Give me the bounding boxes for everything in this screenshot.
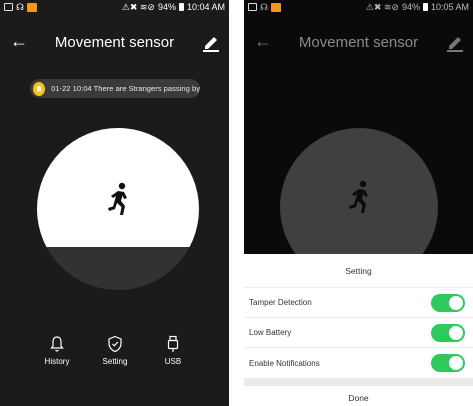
- running-person-icon: [349, 180, 368, 213]
- hotspot-icon: ☊: [16, 1, 24, 12]
- page-title: Movement sensor: [54, 33, 175, 51]
- setting-row-notifications: Enable Notifications: [244, 348, 473, 378]
- back-arrow-icon[interactable]: ←: [254, 32, 272, 50]
- app-bar: ← Movement sensor: [0, 28, 229, 56]
- signal-icons: ⚠✖ ≋⊘: [365, 1, 399, 12]
- battery-icon: [178, 3, 184, 11]
- tamper-detection-toggle[interactable]: [431, 294, 465, 312]
- status-bar: ☊ ⚠✖ ≋⊘ 94% 10:04 AM: [0, 0, 229, 14]
- done-button[interactable]: Done: [244, 386, 473, 406]
- nav-setting[interactable]: Setting: [90, 335, 140, 366]
- setting-label: Tamper Detection: [249, 298, 312, 307]
- sensor-status-circle: [37, 128, 199, 290]
- battery-percent: 94%: [401, 2, 420, 12]
- toggle-knob: [449, 296, 463, 310]
- hotspot-icon: ☊: [260, 1, 268, 12]
- edit-pencil-icon[interactable]: [202, 32, 220, 52]
- setting-row-tamper: Tamper Detection: [244, 288, 473, 318]
- nav-usb[interactable]: USB: [148, 335, 198, 366]
- setting-label: Low Battery: [249, 328, 292, 337]
- bell-icon: [50, 336, 64, 352]
- bottom-navigation: History Setting USB: [0, 335, 229, 375]
- settings-screen: ☊ ⚠✖ ≋⊘ 94% 10:05 AM ← Movement sensor S…: [244, 0, 473, 406]
- sheet-title: Setting: [244, 254, 473, 288]
- enable-notifications-toggle[interactable]: [431, 354, 465, 372]
- app-notification-icon: [27, 2, 37, 12]
- notification-banner[interactable]: 01-22 10:04 There are Strangers passing …: [30, 79, 200, 98]
- main-screen: ☊ ⚠✖ ≋⊘ 94% 10:04 AM ← Movement sensor 0…: [0, 0, 229, 406]
- image-notification-icon: [248, 3, 257, 11]
- usb-icon: [167, 335, 179, 352]
- running-person-icon: [108, 182, 127, 215]
- image-notification-icon: [4, 3, 13, 11]
- low-battery-toggle[interactable]: [431, 324, 465, 342]
- nav-setting-label: Setting: [102, 357, 128, 366]
- settings-sheet: Setting Tamper Detection Low Battery Ena…: [244, 254, 473, 406]
- shield-icon: [108, 335, 122, 353]
- nav-usb-label: USB: [164, 357, 182, 366]
- clock: 10:04 AM: [186, 2, 225, 12]
- app-bar: ← Movement sensor: [244, 28, 473, 56]
- toggle-knob: [449, 326, 463, 340]
- battery-percent: 94%: [157, 2, 176, 12]
- setting-row-low-battery: Low Battery: [244, 318, 473, 348]
- page-title: Movement sensor: [298, 33, 419, 51]
- status-right: ⚠✖ ≋⊘ 94% 10:05 AM: [366, 2, 469, 13]
- sheet-divider: [244, 378, 473, 386]
- edit-pencil-icon[interactable]: [446, 32, 464, 52]
- nav-history[interactable]: History: [32, 335, 82, 366]
- toggle-knob: [449, 356, 463, 370]
- notification-bell-icon: [33, 81, 46, 96]
- signal-icons: ⚠✖ ≋⊘: [121, 1, 155, 12]
- status-bar: ☊ ⚠✖ ≋⊘ 94% 10:05 AM: [244, 0, 473, 14]
- nav-history-label: History: [44, 357, 70, 366]
- notification-text: 01-22 10:04 There are Strangers passing …: [51, 84, 200, 93]
- battery-icon: [422, 3, 428, 11]
- status-left-icons: ☊: [4, 2, 37, 13]
- status-left-icons: ☊: [248, 2, 281, 13]
- status-right: ⚠✖ ≋⊘ 94% 10:04 AM: [122, 2, 225, 13]
- back-arrow-icon[interactable]: ←: [10, 32, 28, 50]
- app-notification-icon: [271, 2, 281, 12]
- clock: 10:05 AM: [430, 2, 469, 12]
- setting-label: Enable Notifications: [249, 358, 320, 368]
